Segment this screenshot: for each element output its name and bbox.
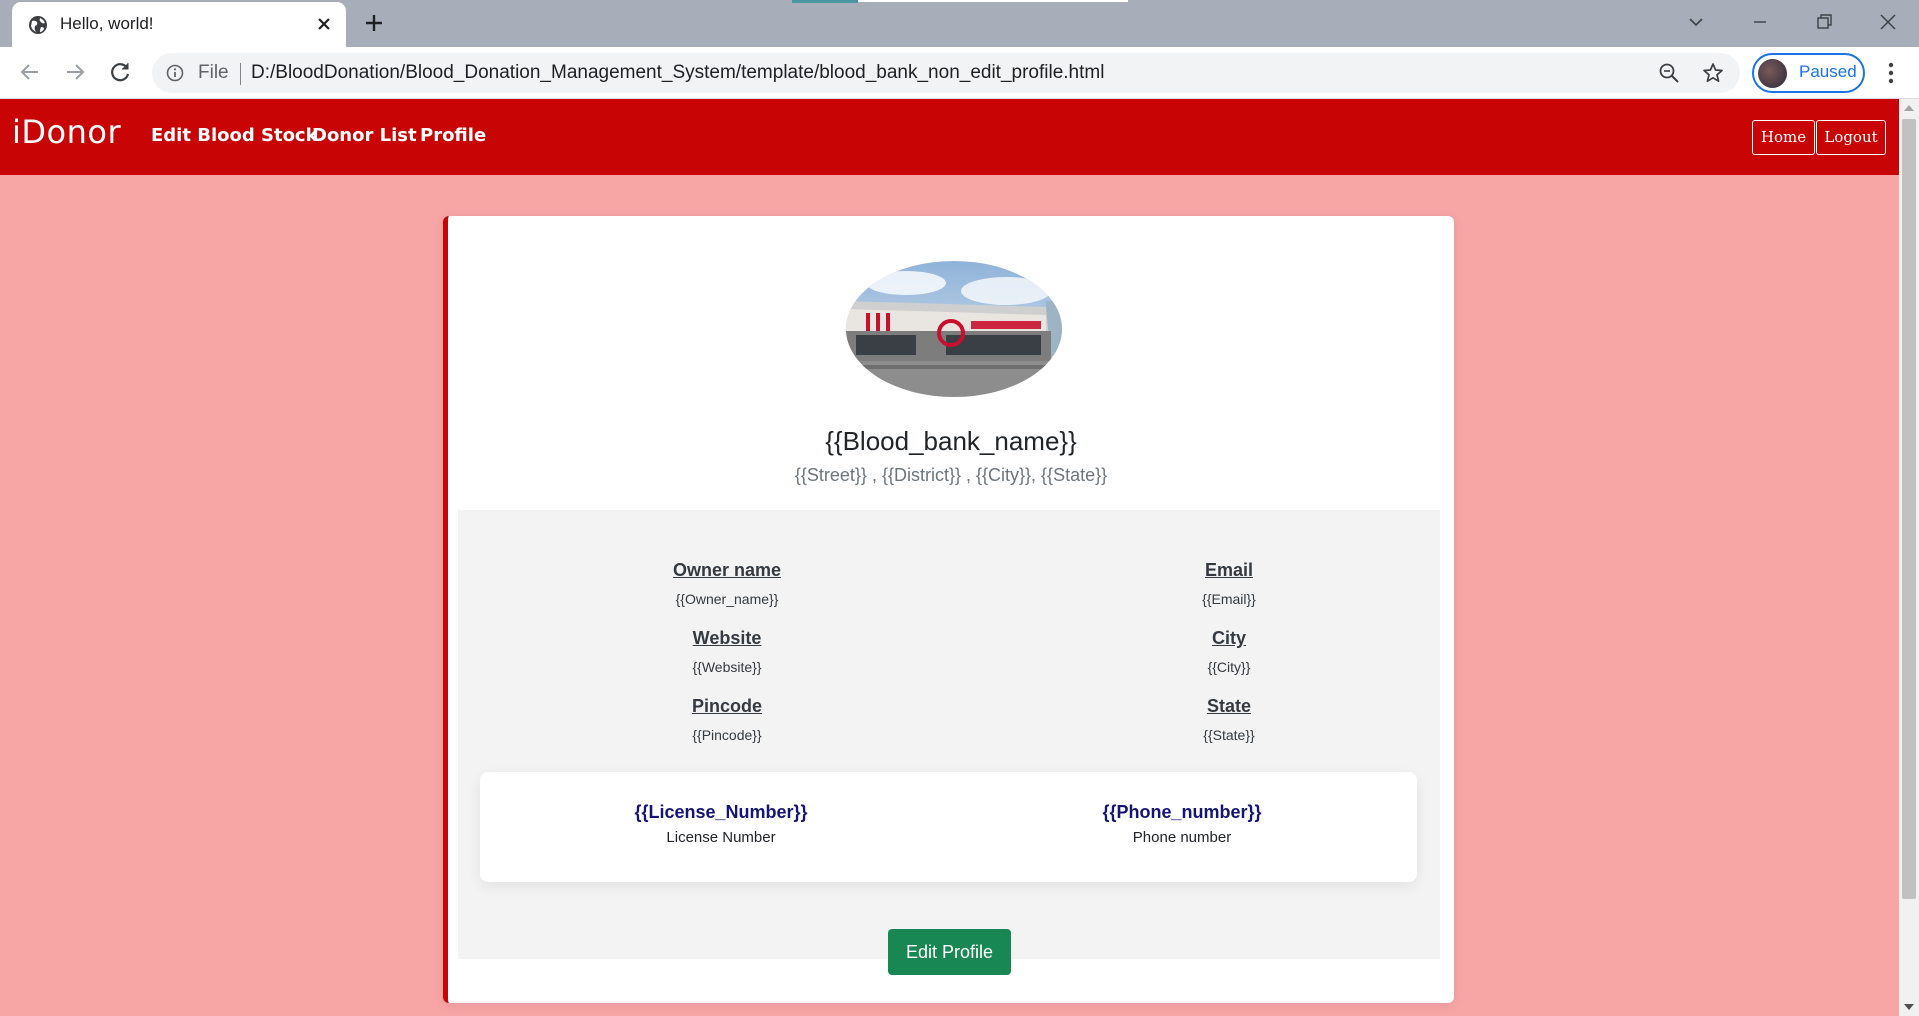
omnibox-divider (240, 63, 241, 85)
city-label: City (1211, 628, 1246, 648)
minimize-icon[interactable] (1748, 10, 1772, 34)
kebab-icon[interactable] (1879, 60, 1903, 86)
site-navbar: iDonor Edit Blood Stock Donor List Profi… (0, 99, 1899, 175)
globe-icon (29, 16, 47, 34)
nav-link-profile[interactable]: Profile (420, 125, 486, 146)
state-label: State (1206, 696, 1251, 716)
page-scrollbar[interactable] (1899, 99, 1919, 1016)
star-icon[interactable] (1701, 61, 1725, 85)
browser-tab[interactable]: Hello, world! (12, 2, 346, 47)
field-email: Email {{Email}} (1079, 560, 1379, 607)
license-stat: {{License_Number}} License Number (571, 802, 871, 846)
website-label: Website (692, 628, 762, 648)
website-value: {{Website}} (692, 659, 762, 675)
reload-icon[interactable] (107, 59, 133, 85)
email-label: Email (1204, 560, 1254, 580)
avatar (1758, 59, 1787, 88)
edit-profile-button[interactable]: Edit Profile (888, 929, 1011, 975)
forward-icon[interactable] (62, 59, 88, 85)
tab-strip: Hello, world! (0, 0, 1919, 47)
zoom-icon[interactable] (1658, 62, 1680, 84)
tab-accent (792, 0, 858, 3)
address-bar[interactable]: File D:/BloodDonation/Blood_Donation_Man… (152, 53, 1740, 93)
scroll-up-icon[interactable] (1904, 105, 1914, 111)
blood-bank-photo (846, 261, 1062, 397)
file-scheme-label: File (198, 62, 229, 83)
state-value: {{State}} (1203, 727, 1255, 743)
logout-button[interactable]: Logout (1816, 120, 1886, 155)
info-icon[interactable] (166, 64, 184, 82)
profile-details-panel: Owner name {{Owner_name}} Email {{Email}… (458, 510, 1440, 975)
pincode-label: Pincode (691, 696, 762, 716)
scroll-thumb[interactable] (1902, 119, 1916, 899)
scroll-down-icon[interactable] (1904, 1004, 1914, 1010)
tab-accent-secondary (858, 0, 1128, 2)
field-website: Website {{Website}} (577, 628, 877, 675)
profile-card: {{Blood_bank_name}} {{Street}} , {{Distr… (443, 216, 1454, 1003)
owner-name-value: {{Owner_name}} (675, 591, 779, 607)
profile-chip[interactable]: Paused (1752, 53, 1865, 93)
tab-title: Hello, world! (60, 14, 154, 33)
blood-bank-address: {{Street}} , {{District}} , {{City}}, {{… (794, 465, 1108, 485)
phone-number-label: Phone number (1132, 829, 1232, 846)
field-owner-name: Owner name {{Owner_name}} (577, 560, 877, 607)
browser-toolbar: File D:/BloodDonation/Blood_Donation_Man… (0, 47, 1919, 99)
pincode-value: {{Pincode}} (692, 727, 762, 743)
field-state: State {{State}} (1079, 696, 1379, 743)
url-text[interactable]: D:/BloodDonation/Blood_Donation_Manageme… (251, 62, 1104, 84)
home-button[interactable]: Home (1752, 120, 1815, 155)
field-city: City {{City}} (1079, 628, 1379, 675)
chevron-down-icon[interactable] (1684, 10, 1708, 34)
owner-name-label: Owner name (672, 560, 782, 580)
brand-logo[interactable]: iDonor (12, 113, 121, 151)
restore-icon[interactable] (1812, 10, 1836, 34)
nav-link-donor-list[interactable]: Donor List (312, 125, 417, 146)
field-pincode: Pincode {{Pincode}} (577, 696, 877, 743)
nav-link-edit-blood-stock[interactable]: Edit Blood Stock (151, 125, 318, 146)
email-value: {{Email}} (1202, 591, 1256, 607)
license-phone-box: {{License_Number}} License Number {{Phon… (480, 772, 1417, 882)
city-value: {{City}} (1207, 659, 1251, 675)
profile-status: Paused (1799, 62, 1857, 81)
license-number-label: License Number (666, 829, 776, 846)
license-number-value: {{License_Number}} (634, 802, 808, 822)
close-window-icon[interactable] (1876, 10, 1900, 34)
phone-stat: {{Phone_number}} Phone number (1032, 802, 1332, 846)
close-icon[interactable] (314, 14, 334, 34)
phone-number-value: {{Phone_number}} (1102, 802, 1262, 822)
blood-bank-name: {{Blood_bank_name}} (825, 426, 1077, 456)
back-icon[interactable] (17, 59, 43, 85)
plus-icon[interactable] (362, 11, 386, 35)
